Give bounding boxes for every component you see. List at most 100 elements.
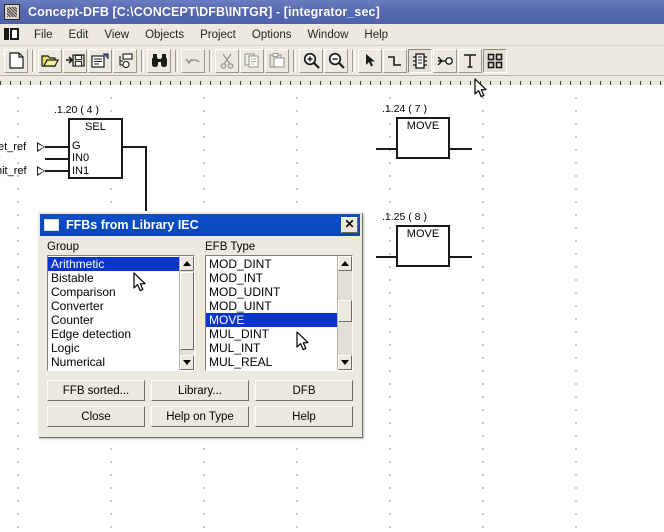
menu-item-project[interactable]: Project bbox=[192, 27, 244, 43]
toolbar-separator-1 bbox=[32, 49, 35, 72]
paste-icon[interactable] bbox=[265, 48, 289, 73]
save-icon[interactable] bbox=[63, 48, 87, 73]
pointer-select-icon[interactable] bbox=[358, 48, 382, 73]
list-item[interactable]: Numerical bbox=[48, 355, 179, 369]
dialog-window-icon bbox=[44, 219, 59, 231]
scroll-down-icon[interactable] bbox=[180, 355, 194, 370]
init-ref-connector-label: nit_ref bbox=[0, 165, 27, 177]
undo-icon[interactable] bbox=[181, 48, 205, 73]
list-item[interactable]: Counter bbox=[48, 313, 179, 327]
window-titlebar: Concept-DFB [C:\CONCEPT\DFB\INTGR] - [in… bbox=[0, 0, 664, 24]
list-item[interactable]: Arithmetic bbox=[48, 257, 179, 271]
close-button[interactable]: Close bbox=[47, 406, 145, 427]
ffb-library-dialog[interactable]: FFBs from Library IEC ✕ Group Arithmetic… bbox=[38, 212, 362, 437]
toolbar-separator-4 bbox=[209, 49, 212, 72]
dialog-titlebar[interactable]: FFBs from Library IEC ✕ bbox=[40, 214, 360, 236]
list-item[interactable]: MOD_INT bbox=[206, 271, 337, 285]
list-item[interactable]: MOD_UDINT bbox=[206, 285, 337, 299]
group-scroll-thumb[interactable] bbox=[180, 272, 194, 350]
menu-item-options[interactable]: Options bbox=[244, 27, 300, 43]
dialog-button-grid: FFB sorted... Library... DFB Close Help … bbox=[47, 380, 353, 427]
list-item[interactable]: Converter bbox=[48, 299, 179, 313]
ffb-sorted-button[interactable]: FFB sorted... bbox=[47, 380, 145, 401]
wire-init-ref[interactable] bbox=[45, 170, 68, 172]
text-tool-icon[interactable] bbox=[458, 48, 482, 73]
project-browser-icon[interactable] bbox=[113, 48, 137, 73]
efb-type-column: EFB Type MOD_DINT MOD_INT MOD_UDINT MOD_… bbox=[205, 241, 353, 371]
menu-item-objects[interactable]: Objects bbox=[137, 27, 192, 43]
move-block-1[interactable]: MOVE bbox=[396, 117, 450, 159]
cut-scissors-icon[interactable] bbox=[215, 48, 239, 73]
sel-pin-g: G bbox=[72, 140, 81, 152]
group-list-items[interactable]: Arithmetic Bistable Comparison Converter… bbox=[48, 256, 179, 370]
wire-move1-in[interactable] bbox=[376, 148, 396, 150]
group-scrollbar[interactable] bbox=[179, 256, 194, 370]
group-column: Group Arithmetic Bistable Comparison Con… bbox=[47, 241, 195, 371]
properties-icon[interactable] bbox=[88, 48, 112, 73]
efb-type-scroll-thumb[interactable] bbox=[338, 300, 352, 322]
library-button[interactable]: Library... bbox=[151, 380, 249, 401]
list-item[interactable]: Comparison bbox=[48, 285, 179, 299]
new-file-icon[interactable] bbox=[4, 48, 28, 73]
init-ref-arrow-fill bbox=[38, 167, 44, 174]
ffb-block-icon[interactable] bbox=[408, 48, 432, 73]
list-item[interactable]: Bistable bbox=[48, 271, 179, 285]
move-block-2[interactable]: MOVE bbox=[396, 225, 450, 267]
toolbar-separator-5 bbox=[293, 49, 296, 72]
scroll-up-icon[interactable] bbox=[338, 256, 352, 271]
wire-sel-out-h[interactable] bbox=[123, 146, 147, 148]
binoculars-search-icon[interactable] bbox=[147, 48, 171, 73]
close-icon[interactable]: ✕ bbox=[341, 217, 358, 233]
dfb-button[interactable]: DFB bbox=[255, 380, 353, 401]
list-item[interactable]: MUL_REAL bbox=[206, 355, 337, 369]
scroll-down-icon[interactable] bbox=[338, 355, 352, 370]
move-block-2-type: MOVE bbox=[406, 228, 440, 240]
efb-type-listbox[interactable]: MOD_DINT MOD_INT MOD_UDINT MOD_UINT MOVE… bbox=[205, 255, 353, 371]
open-folder-icon[interactable] bbox=[38, 48, 62, 73]
toolbar-separator-6 bbox=[352, 49, 355, 72]
dialog-title: FFBs from Library IEC bbox=[66, 218, 199, 232]
list-item[interactable]: MUL_INT bbox=[206, 341, 337, 355]
list-item[interactable]: Edge detection bbox=[48, 327, 179, 341]
move-block-2-label: .1.25 ( 8 ) bbox=[382, 211, 427, 223]
connection-point-icon[interactable] bbox=[433, 48, 457, 73]
efb-type-list-items[interactable]: MOD_DINT MOD_INT MOD_UDINT MOD_UINT MOVE… bbox=[206, 256, 337, 370]
wire-in0-stub[interactable] bbox=[45, 158, 68, 160]
help-on-type-button[interactable]: Help on Type bbox=[151, 406, 249, 427]
menu-item-edit[interactable]: Edit bbox=[61, 27, 97, 43]
group-caption: Group bbox=[47, 241, 79, 253]
move-block-1-type: MOVE bbox=[406, 120, 440, 132]
list-item[interactable]: MOD_UINT bbox=[206, 299, 337, 313]
link-wire-icon[interactable] bbox=[383, 48, 407, 73]
list-item[interactable]: MOVE bbox=[206, 313, 337, 327]
zoom-out-icon[interactable] bbox=[324, 48, 348, 73]
wire-move2-out[interactable] bbox=[450, 256, 472, 258]
wire-sel-out-v[interactable] bbox=[145, 146, 147, 211]
toolbar-separator-3 bbox=[175, 49, 178, 72]
efb-type-scrollbar[interactable] bbox=[337, 256, 352, 370]
copy-icon[interactable] bbox=[240, 48, 264, 73]
menu-item-help[interactable]: Help bbox=[356, 27, 396, 43]
mdi-restore-icon[interactable] bbox=[4, 27, 20, 42]
list-item[interactable]: MUL_DINT bbox=[206, 327, 337, 341]
set-ref-arrow-fill bbox=[38, 143, 44, 150]
group-listbox[interactable]: Arithmetic Bistable Comparison Converter… bbox=[47, 255, 195, 371]
wire-move1-out[interactable] bbox=[450, 148, 472, 150]
sel-block-label: .1.20 ( 4 ) bbox=[54, 104, 99, 116]
help-button[interactable]: Help bbox=[255, 406, 353, 427]
list-item[interactable]: MOD_DINT bbox=[206, 257, 337, 271]
dialog-body: Group Arithmetic Bistable Comparison Con… bbox=[40, 236, 360, 435]
sel-pin-in1: IN1 bbox=[72, 165, 90, 177]
menu-item-view[interactable]: View bbox=[96, 27, 137, 43]
application-icon[interactable] bbox=[4, 4, 20, 20]
toolbar bbox=[0, 46, 664, 76]
scroll-up-icon[interactable] bbox=[180, 256, 194, 271]
wire-set-ref[interactable] bbox=[45, 146, 68, 148]
horizontal-ruler bbox=[0, 76, 664, 86]
menu-item-file[interactable]: File bbox=[26, 27, 61, 43]
wire-move2-in[interactable] bbox=[376, 256, 396, 258]
ffb-library-icon[interactable] bbox=[483, 48, 507, 73]
zoom-in-icon[interactable] bbox=[299, 48, 323, 73]
list-item[interactable]: Logic bbox=[48, 341, 179, 355]
menu-item-window[interactable]: Window bbox=[300, 27, 357, 43]
